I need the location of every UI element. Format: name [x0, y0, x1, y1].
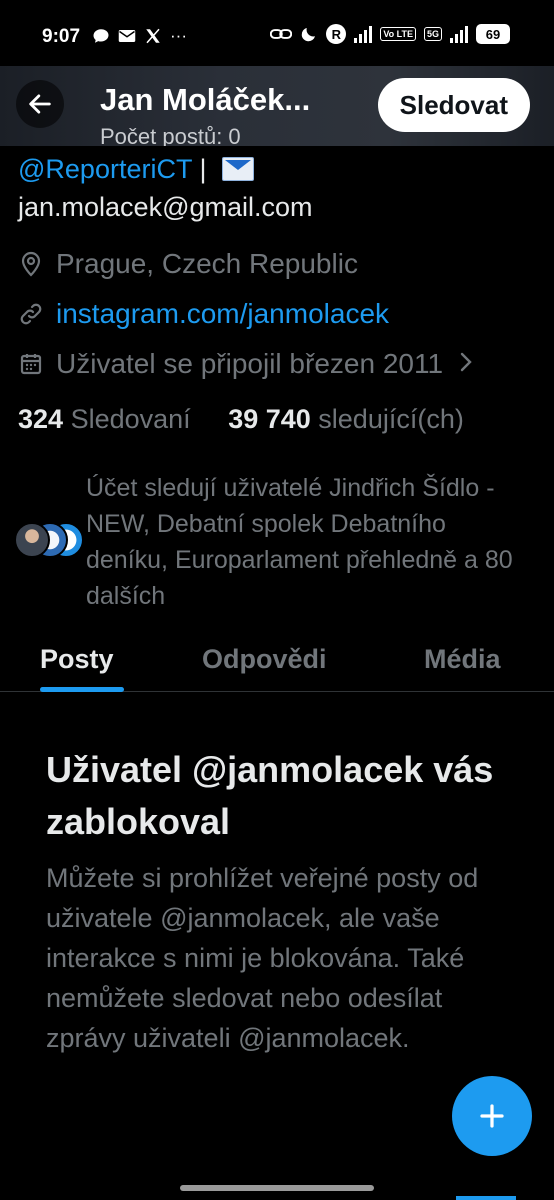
- signal-icon-2: [450, 25, 468, 43]
- system-icons: R Vo LTE 5G 69: [270, 24, 510, 44]
- moon-icon: [302, 28, 316, 42]
- tab-media[interactable]: Média: [424, 644, 501, 675]
- bottom-accent: [456, 1196, 516, 1200]
- home-indicator[interactable]: [180, 1185, 374, 1191]
- active-tab-indicator: [40, 687, 124, 692]
- location-row: Prague, Czech Republic: [18, 248, 358, 280]
- 5g-badge: 5G: [423, 27, 442, 41]
- joined-row[interactable]: Uživatel se připojil březen 2011: [18, 348, 473, 380]
- follow-stats: 324 Sledovaní 39 740 sledující(ch): [18, 404, 464, 435]
- back-button[interactable]: [16, 80, 64, 128]
- mail-icon: [118, 30, 136, 42]
- location-pin-icon: [18, 251, 44, 277]
- chevron-right-icon: [459, 348, 473, 380]
- notification-icons: ···: [92, 26, 187, 46]
- bio-email: jan.molacek@gmail.com: [18, 192, 313, 222]
- blocked-title: Uživatel @janmolacek vás zablokoval: [46, 749, 494, 842]
- plus-icon: [480, 1104, 504, 1128]
- battery-icon: 69: [476, 24, 510, 44]
- compose-post-button[interactable]: [452, 1076, 532, 1156]
- location-text: Prague, Czech Republic: [56, 248, 358, 279]
- profile-header: Jan Moláček... Počet postů: 0 Sledovat: [0, 66, 554, 146]
- blocked-description: Můžete si prohlížet veřejné posty od uži…: [46, 863, 479, 1053]
- avatar: [14, 522, 50, 558]
- follow-button[interactable]: Sledovat: [377, 78, 530, 132]
- signal-icon: [354, 25, 373, 43]
- followed-by-avatars[interactable]: [14, 520, 86, 560]
- x-logo-icon: [146, 28, 160, 44]
- website-link[interactable]: instagram.com/janmolacek: [56, 298, 389, 330]
- bio-handle-link[interactable]: @ReporteriCT: [18, 154, 192, 184]
- following-stat[interactable]: 324 Sledovaní: [18, 404, 191, 434]
- header-post-count: Počet postů: 0: [100, 124, 241, 146]
- link-icon: [270, 29, 293, 39]
- tab-posts[interactable]: Posty: [40, 644, 114, 675]
- followers-stat[interactable]: 39 740 sledující(ch): [228, 404, 464, 434]
- followers-label: sledující(ch): [318, 404, 464, 434]
- followers-count: 39 740: [228, 404, 311, 434]
- profile-bio: @ReporteriCT | jan.molacek@gmail.com: [18, 150, 313, 226]
- status-bar: 9:07 ··· R Vo LTE 5G 69: [0, 0, 554, 66]
- joined-text: Uživatel se připojil březen 2011: [56, 348, 444, 379]
- r-badge-icon: R: [326, 24, 347, 44]
- header-name: Jan Moláček...: [100, 82, 311, 117]
- website-row: instagram.com/janmolacek: [18, 298, 389, 330]
- bio-separator: |: [191, 154, 214, 184]
- profile-tabs: Posty Odpovědi Média: [0, 634, 554, 692]
- arrow-left-icon: [29, 94, 51, 114]
- more-icon: ···: [170, 26, 187, 45]
- link-icon: [18, 301, 44, 327]
- chat-bubble-icon: [93, 29, 109, 43]
- tab-replies[interactable]: Odpovědi: [202, 644, 327, 675]
- following-label: Sledovaní: [70, 404, 191, 434]
- calendar-icon: [18, 351, 44, 377]
- status-time: 9:07: [42, 26, 81, 47]
- volte-badge: Vo LTE: [380, 27, 416, 41]
- following-count: 324: [18, 404, 64, 434]
- envelope-emoji-icon: [222, 157, 254, 181]
- followed-by-text[interactable]: Účet sledují uživatelé Jindřich Šídlo - …: [86, 470, 532, 614]
